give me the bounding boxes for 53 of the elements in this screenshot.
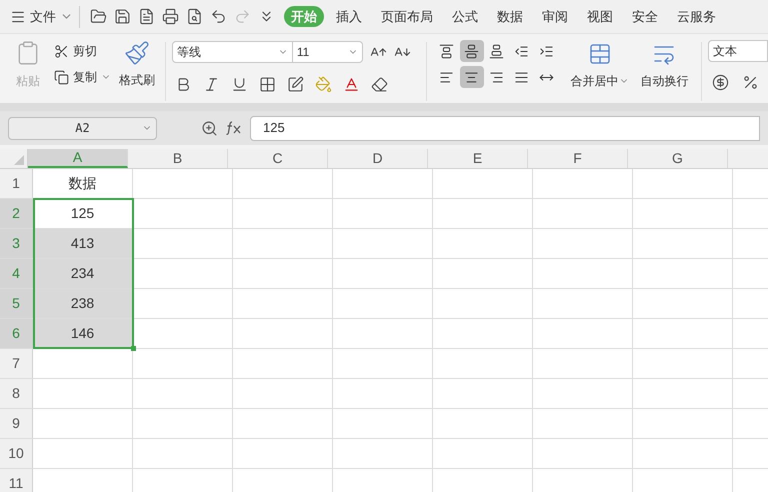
ribbon-tab[interactable]: 数据 bbox=[490, 6, 530, 27]
ribbon-tab[interactable]: 安全 bbox=[625, 6, 665, 27]
decrease-indent-icon bbox=[514, 44, 530, 58]
align-right-icon bbox=[489, 70, 504, 84]
ribbon-tab[interactable]: 页面布局 bbox=[374, 6, 440, 27]
column-header[interactable]: B bbox=[128, 149, 228, 168]
increase-indent-icon bbox=[539, 44, 554, 58]
row-header[interactable]: 10 bbox=[0, 439, 33, 468]
fill-handle[interactable] bbox=[131, 346, 136, 351]
column-header[interactable]: E bbox=[428, 149, 528, 168]
merge-cells-icon bbox=[588, 42, 612, 66]
justify-icon bbox=[514, 70, 530, 84]
ribbon-tab[interactable]: 视图 bbox=[580, 6, 620, 27]
ribbon-tab[interactable]: 插入 bbox=[329, 6, 369, 27]
format-painter-button[interactable]: 格式刷 bbox=[119, 40, 155, 89]
align-top-icon bbox=[439, 44, 454, 58]
merge-center-button[interactable]: 合并居中 bbox=[566, 42, 634, 103]
column-header[interactable]: G bbox=[628, 149, 728, 168]
middle-align-button[interactable] bbox=[460, 40, 484, 62]
column-header[interactable]: F bbox=[528, 149, 628, 168]
table-cell: 238 bbox=[33, 289, 133, 318]
table-cell: 413 bbox=[33, 229, 133, 258]
column-header[interactable]: C bbox=[228, 149, 328, 168]
ribbon-tab[interactable]: 云服务 bbox=[670, 6, 723, 27]
center-align-button[interactable] bbox=[460, 66, 484, 88]
ribbon-tab[interactable]: 公式 bbox=[445, 6, 485, 27]
row-header[interactable]: 9 bbox=[0, 409, 33, 438]
formula-input[interactable]: 125 bbox=[250, 116, 760, 140]
name-box[interactable]: A2 bbox=[8, 116, 157, 140]
file-menu-button[interactable]: 文件 bbox=[10, 4, 73, 28]
font-name-field[interactable]: 等线 bbox=[172, 41, 293, 63]
row-header[interactable]: 1 bbox=[0, 169, 33, 198]
align-bottom-icon bbox=[489, 44, 504, 58]
table-cell: 234 bbox=[33, 259, 133, 288]
copy-icon bbox=[54, 70, 69, 84]
function-icon[interactable] bbox=[226, 121, 242, 135]
cut-button[interactable]: 剪切 bbox=[54, 42, 111, 60]
copy-button[interactable]: 复制 bbox=[54, 68, 111, 86]
ribbon-tab[interactable]: 审阅 bbox=[535, 6, 575, 27]
scissors-icon bbox=[54, 44, 69, 58]
wrap-text-button[interactable]: 自动换行 bbox=[633, 42, 696, 103]
zoom-icon[interactable] bbox=[201, 120, 218, 136]
align-center-icon bbox=[464, 70, 480, 84]
row-header[interactable]: 11 bbox=[0, 469, 33, 492]
align-left-icon bbox=[439, 70, 454, 84]
row-header[interactable]: 7 bbox=[0, 349, 33, 378]
font-size-field[interactable]: 11 bbox=[292, 41, 363, 63]
paintbrush-icon bbox=[124, 40, 150, 66]
table-cell: 146 bbox=[33, 319, 133, 348]
column-header[interactable]: D bbox=[328, 149, 428, 168]
align-middle-icon bbox=[464, 44, 480, 58]
number-format-field[interactable]: 文本 bbox=[708, 40, 768, 62]
row-header[interactable]: 8 bbox=[0, 379, 33, 408]
